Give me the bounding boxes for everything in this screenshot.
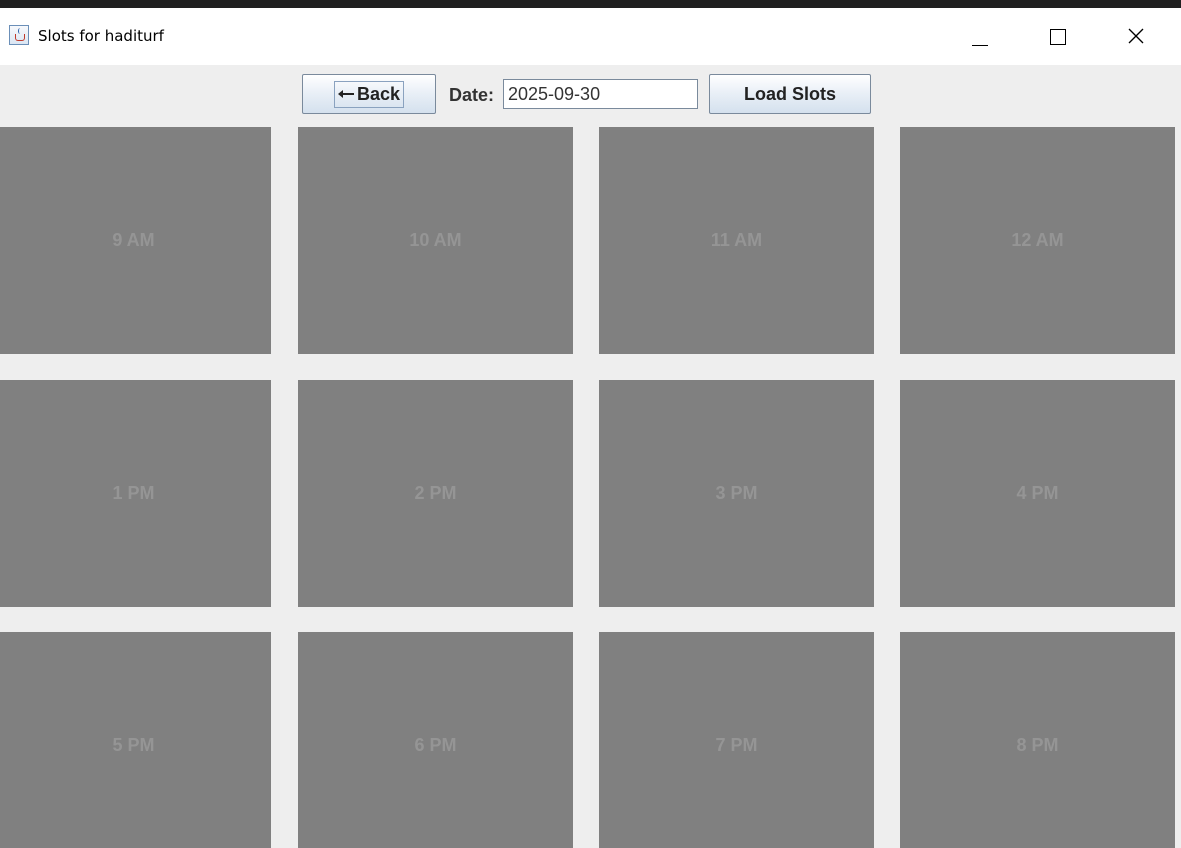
slots-grid: 9 AM 10 AM 11 AM 12 AM 1 PM 2 PM 3 PM 4 … (0, 127, 1181, 848)
slot-label: 7 PM (715, 735, 758, 755)
slot-button[interactable]: 5 PM (0, 632, 271, 848)
slot-label: 1 PM (112, 483, 155, 503)
back-button-label: Back (356, 83, 401, 104)
java-cup-icon (9, 25, 29, 45)
load-slots-button[interactable]: Load Slots (709, 74, 871, 114)
close-button[interactable] (1108, 8, 1164, 65)
toolbar: Back Date: Load Slots (0, 65, 1181, 127)
slot-label: 2 PM (414, 483, 457, 503)
maximize-icon (1050, 29, 1066, 45)
slot-label: 5 PM (112, 735, 155, 755)
slot-label: 10 AM (409, 230, 462, 250)
slot-button[interactable]: 4 PM (900, 380, 1175, 607)
date-label: Date: (449, 85, 495, 105)
slot-button[interactable]: 2 PM (298, 380, 573, 607)
slot-label: 3 PM (715, 483, 758, 503)
slot-button[interactable]: 12 AM (900, 127, 1175, 354)
minimize-icon (972, 45, 988, 46)
title-bar[interactable]: Slots for haditurf (0, 8, 1181, 65)
maximize-button[interactable] (1035, 8, 1091, 65)
slot-label: 4 PM (1016, 483, 1059, 503)
slot-label: 8 PM (1016, 735, 1059, 755)
slot-button[interactable]: 3 PM (599, 380, 874, 607)
close-icon (1128, 28, 1144, 44)
load-slots-label: Load Slots (743, 83, 836, 104)
slot-label: 11 AM (710, 230, 763, 250)
slot-button[interactable]: 11 AM (599, 127, 874, 354)
slot-label: 6 PM (414, 735, 457, 755)
minimize-button[interactable] (952, 8, 1008, 65)
slot-button[interactable]: 1 PM (0, 380, 271, 607)
slot-button[interactable]: 10 AM (298, 127, 573, 354)
slot-button[interactable]: 9 AM (0, 127, 271, 354)
desktop-background (0, 0, 1181, 8)
back-button[interactable]: Back (302, 74, 436, 114)
slot-label: 9 AM (112, 230, 155, 250)
slot-button[interactable]: 7 PM (599, 632, 874, 848)
slot-label: 12 AM (1011, 230, 1064, 250)
window-title: Slots for haditurf (38, 27, 164, 45)
arrow-left-icon (337, 89, 354, 99)
app-window: Slots for haditurf Back Date: Load Slots (0, 8, 1181, 848)
back-button-focus: Back (333, 80, 405, 108)
slot-button[interactable]: 8 PM (900, 632, 1175, 848)
slot-button[interactable]: 6 PM (298, 632, 573, 848)
date-input[interactable] (503, 79, 698, 109)
